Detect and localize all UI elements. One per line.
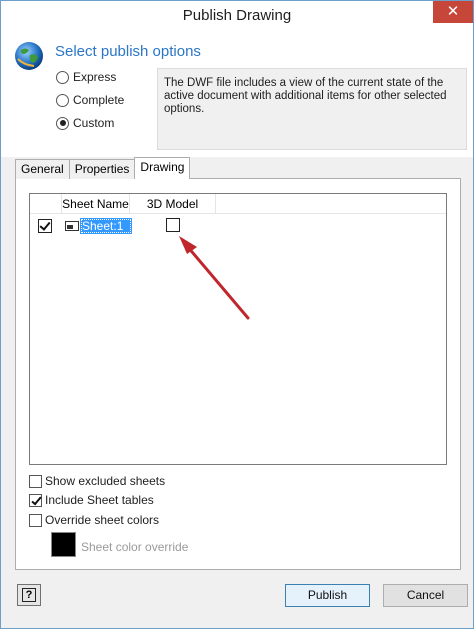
radio-complete-label: Complete xyxy=(73,93,125,107)
radio-express-label: Express xyxy=(73,70,117,84)
column-header-sheet-name[interactable]: Sheet Name xyxy=(62,194,130,214)
sheet-color-override-label: Sheet color override xyxy=(81,540,189,554)
publish-drawing-dialog: Publish Drawing ✕ Select publish options… xyxy=(0,0,474,629)
3d-model-checkbox[interactable] xyxy=(166,218,180,232)
publish-button[interactable]: Publish xyxy=(285,584,370,607)
cancel-button[interactable]: Cancel xyxy=(383,584,468,607)
radio-express-button[interactable] xyxy=(56,70,69,84)
include-sheet-checkbox[interactable] xyxy=(38,219,52,233)
title-bar: Publish Drawing ✕ xyxy=(1,1,473,33)
tab-properties[interactable]: Properties xyxy=(68,159,136,179)
sheet-icon xyxy=(65,221,79,231)
column-header-3d-model[interactable]: 3D Model xyxy=(130,194,216,214)
column-header-include[interactable] xyxy=(30,194,62,214)
radio-complete[interactable]: Complete xyxy=(56,92,124,108)
radio-express[interactable]: Express xyxy=(56,69,116,85)
sheet-table: Sheet Name 3D Model Sheet:1 xyxy=(29,193,447,465)
radio-custom-label: Custom xyxy=(73,116,115,130)
window-title: Publish Drawing xyxy=(182,7,292,24)
sheet-color-swatch xyxy=(51,532,76,557)
help-icon: ? xyxy=(22,588,36,602)
tab-strip: General Properties Drawing xyxy=(15,157,191,179)
help-button[interactable]: ? xyxy=(17,584,41,606)
tab-drawing[interactable]: Drawing xyxy=(134,157,191,179)
radio-custom[interactable]: Custom xyxy=(56,115,114,131)
override-sheet-colors-label: Override sheet colors xyxy=(45,513,160,527)
dialog-heading: Select publish options xyxy=(55,43,201,60)
show-excluded-sheets-option[interactable]: Show excluded sheets xyxy=(29,473,165,489)
tab-general[interactable]: General xyxy=(15,159,70,179)
show-excluded-sheets-label: Show excluded sheets xyxy=(45,474,166,488)
include-sheet-tables-label: Include Sheet tables xyxy=(45,493,154,507)
include-sheet-tables-checkbox[interactable] xyxy=(29,493,42,507)
sheet-table-header: Sheet Name 3D Model xyxy=(30,194,446,214)
include-sheet-tables-option[interactable]: Include Sheet tables xyxy=(29,492,154,508)
override-sheet-colors-checkbox[interactable] xyxy=(29,513,42,527)
radio-complete-button[interactable] xyxy=(56,93,69,107)
override-sheet-colors-option[interactable]: Override sheet colors xyxy=(29,512,159,528)
close-button[interactable]: ✕ xyxy=(433,1,473,23)
description-box: The DWF file includes a view of the curr… xyxy=(157,68,467,150)
radio-custom-button[interactable] xyxy=(56,116,69,130)
sheet-name-cell[interactable]: Sheet:1 xyxy=(80,218,132,234)
show-excluded-sheets-checkbox[interactable] xyxy=(29,474,42,488)
globe-icon xyxy=(15,42,43,70)
